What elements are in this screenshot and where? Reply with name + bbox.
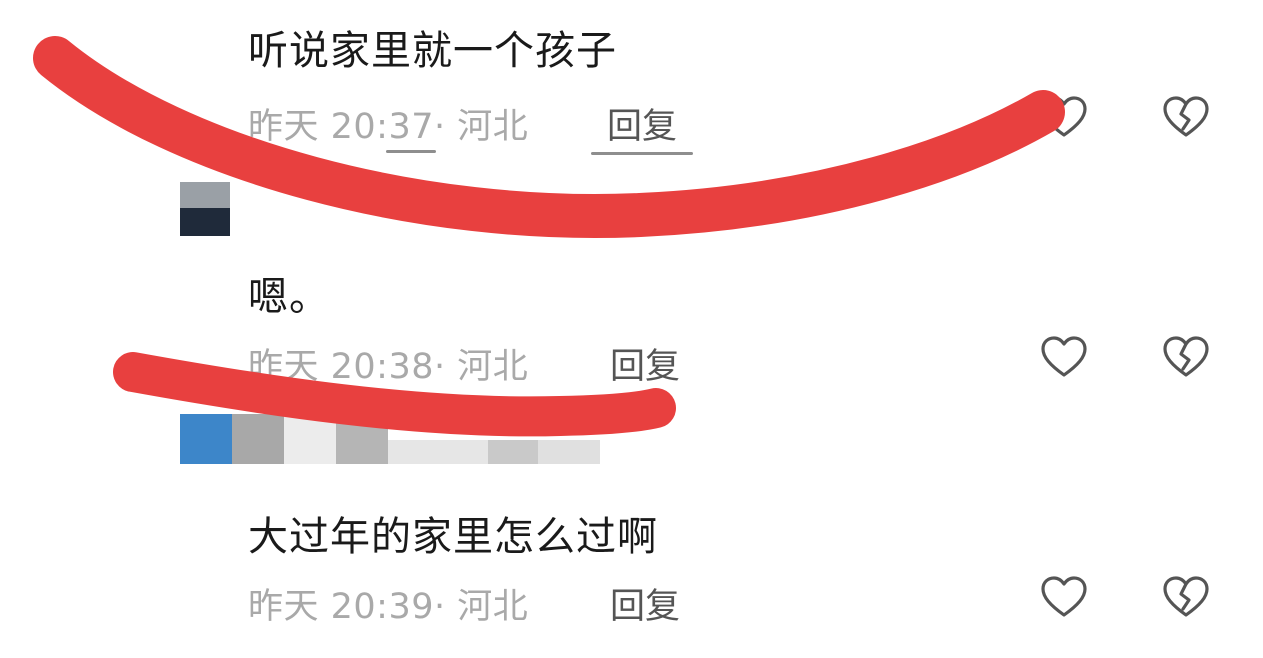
heart-outline-icon	[1041, 96, 1087, 137]
heart-icon[interactable]	[1038, 572, 1090, 624]
avatar	[180, 414, 388, 464]
comment-text: 听说家里就一个孩子	[248, 28, 617, 74]
comment-meta: 昨天 20:39· 河北	[248, 587, 529, 627]
heart-icon[interactable]	[1038, 332, 1090, 384]
comment-meta: 昨天 20:37· 河北	[248, 107, 529, 147]
heart-outline-icon	[1041, 336, 1087, 377]
broken-heart-outline-icon	[1163, 336, 1209, 377]
avatar	[180, 182, 230, 236]
reply-button[interactable]: 回复	[610, 338, 680, 389]
comment-thread: 听说家里就一个孩子 昨天 20:37· 河北 回复 嗯。 昨天 20:38· 河…	[0, 0, 1263, 658]
comment-text: 嗯。	[248, 274, 330, 320]
broken-heart-icon[interactable]	[1160, 332, 1212, 384]
reply-underline-mark	[591, 152, 693, 155]
comment-text: 大过年的家里怎么过啊	[248, 514, 658, 560]
reply-button[interactable]: 回复	[607, 98, 677, 149]
heart-outline-icon	[1041, 576, 1087, 617]
comment-meta: 昨天 20:38· 河北	[248, 347, 529, 387]
broken-heart-outline-icon	[1163, 576, 1209, 617]
broken-heart-outline-icon	[1163, 96, 1209, 137]
text-underline-mark	[386, 150, 436, 153]
reply-button[interactable]: 回复	[610, 578, 680, 629]
broken-heart-icon[interactable]	[1160, 572, 1212, 624]
heart-icon[interactable]	[1038, 92, 1090, 144]
broken-heart-icon[interactable]	[1160, 92, 1212, 144]
username-redacted	[388, 440, 600, 464]
